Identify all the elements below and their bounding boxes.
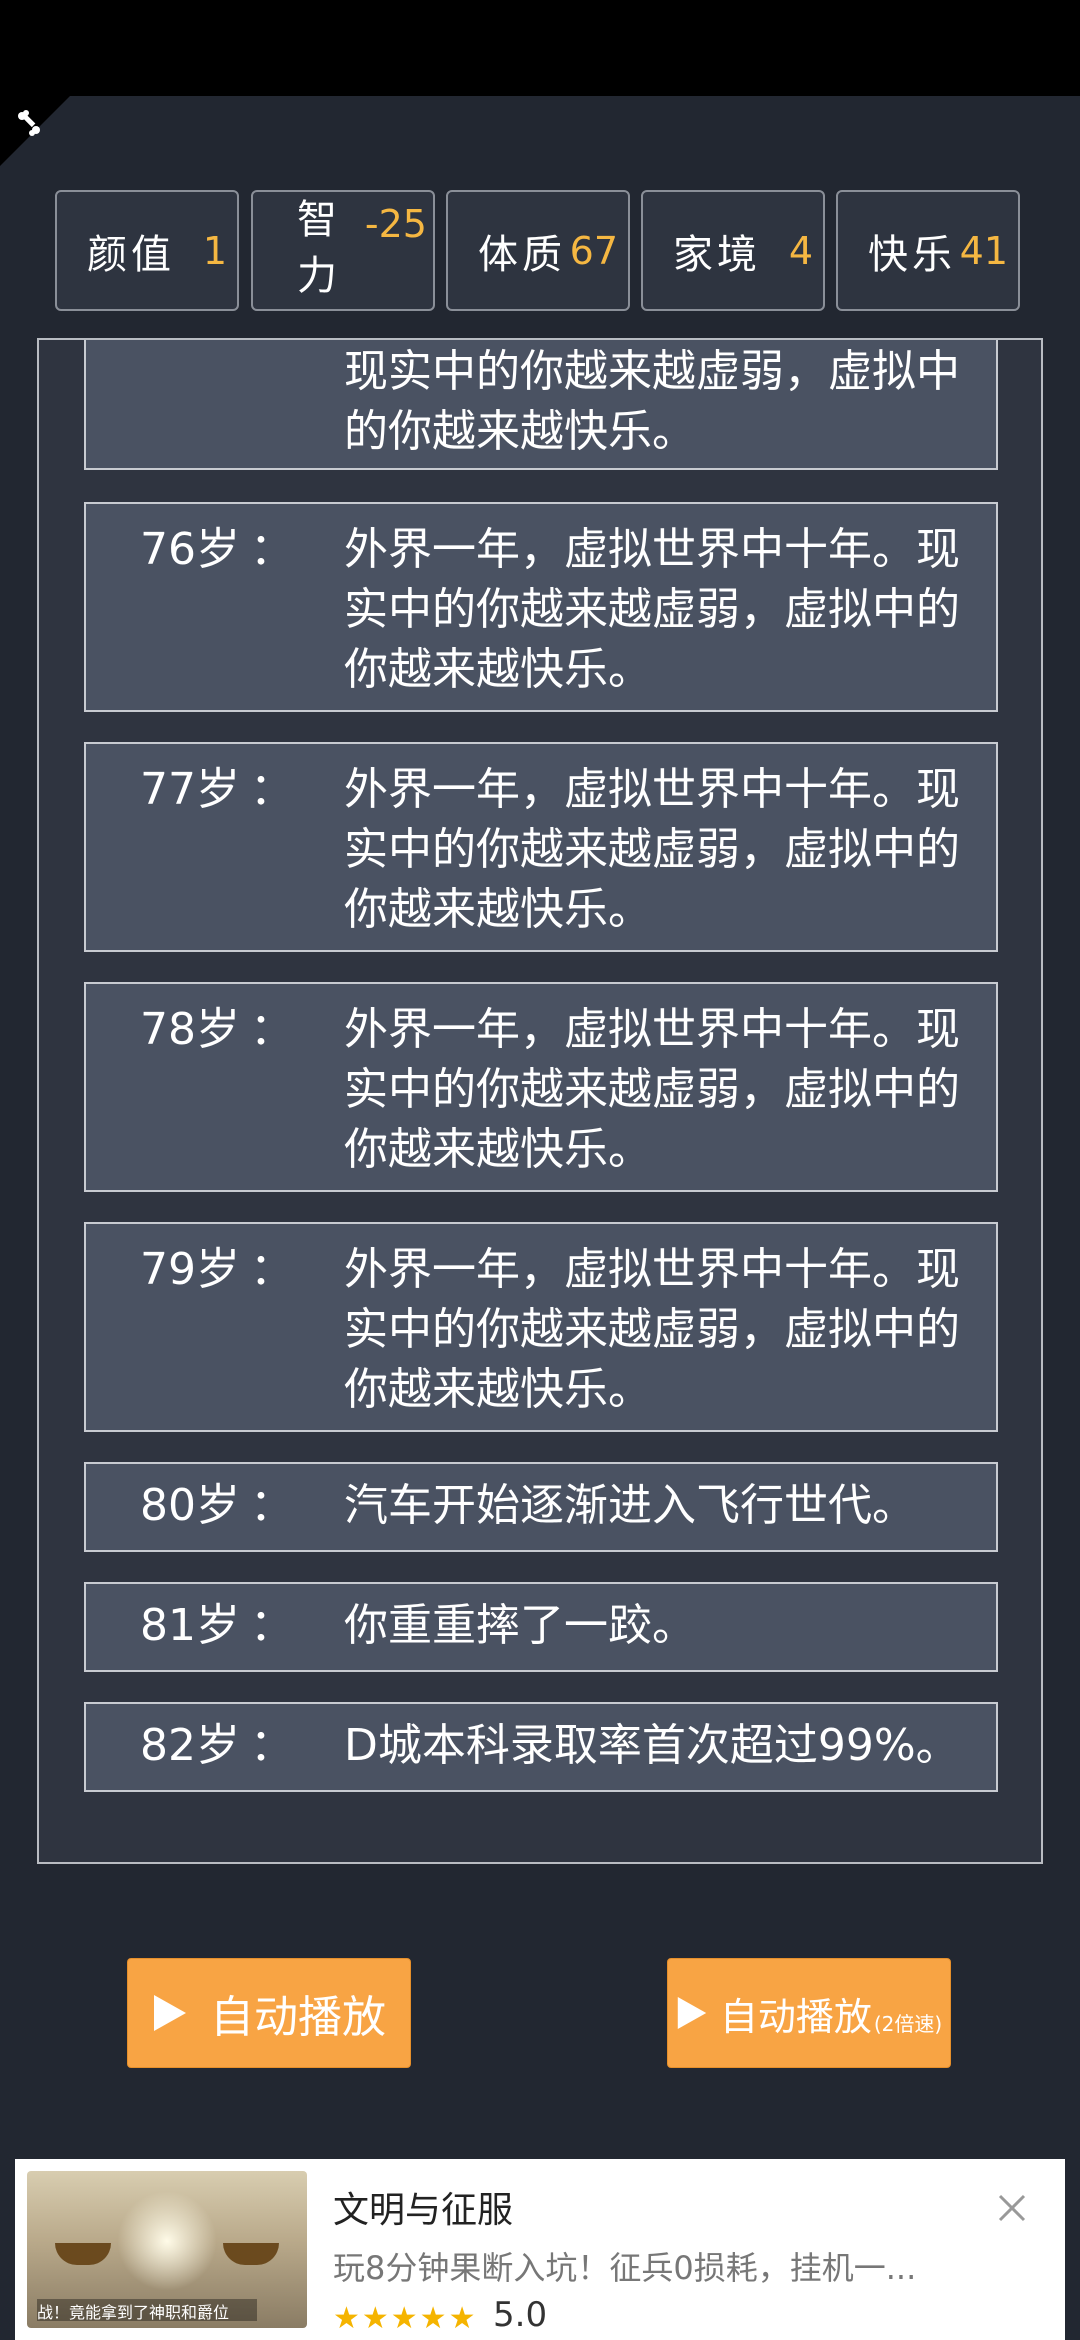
- stat-appearance: 颜值 1: [55, 190, 239, 311]
- stat-label: 体质: [478, 231, 566, 278]
- event-text: 现实中的你越来越虚弱，虚拟中的你越来越快乐。: [344, 346, 960, 457]
- ad-description[interactable]: 玩8分钟果断入坑！征兵0损耗，挂机一...: [333, 2243, 916, 2289]
- close-icon[interactable]: [997, 2193, 1027, 2223]
- event-row: 现实中的你越来越虚弱，虚拟中的你越来越快乐。: [84, 340, 998, 470]
- rating-value: 5.0: [493, 2295, 548, 2335]
- stat-label: 家境: [673, 231, 761, 278]
- stat-family: 家境 4: [641, 190, 825, 311]
- event-text: 外界一年，虚拟世界中十年。现实中的你越来越虚弱，虚拟中的你越来越快乐。: [344, 764, 960, 935]
- event-text: 外界一年，虚拟世界中十年。现实中的你越来越虚弱，虚拟中的你越来越快乐。: [344, 524, 960, 695]
- event-age: 78岁：: [140, 1004, 294, 1055]
- play-icon: [677, 1997, 707, 2029]
- event-row: 81岁： 你重重摔了一跤。: [84, 1582, 998, 1672]
- event-text: 汽车开始逐渐进入飞行世代。: [344, 1480, 916, 1531]
- stat-happiness: 快乐 41: [836, 190, 1020, 311]
- bone-icon[interactable]: [14, 108, 44, 138]
- ad-image-caption: 战！竟能拿到了神职和爵位: [37, 2299, 257, 2322]
- ad-image[interactable]: 战！竟能拿到了神职和爵位: [27, 2171, 307, 2328]
- autoplay-button[interactable]: 自动播放: [127, 1958, 411, 2068]
- stat-physique: 体质 67: [446, 190, 630, 311]
- autoplay-2x-label: 自动播放: [719, 1994, 872, 2039]
- stat-value: -25: [364, 202, 427, 246]
- event-age: 80岁：: [140, 1480, 294, 1531]
- speed-label: (2倍速): [873, 2012, 943, 2036]
- event-row: 76岁： 外界一年，虚拟世界中十年。现实中的你越来越虚弱，虚拟中的你越来越快乐。: [84, 502, 998, 712]
- stat-value: 4: [788, 228, 813, 273]
- event-row: 78岁： 外界一年，虚拟世界中十年。现实中的你越来越虚弱，虚拟中的你越来越快乐。: [84, 982, 998, 1192]
- stat-value: 41: [959, 228, 1008, 273]
- play-icon: [154, 1995, 186, 2031]
- stat-label: 颜值: [87, 231, 175, 278]
- stat-value: 1: [202, 228, 227, 273]
- ad-banner[interactable]: 战！竟能拿到了神职和爵位 文明与征服 玩8分钟果断入坑！征兵0损耗，挂机一...…: [15, 2159, 1065, 2340]
- event-age: 79岁：: [140, 1244, 294, 1295]
- stat-label: 智力: [297, 197, 337, 299]
- stat-label: 快乐: [868, 231, 956, 278]
- ad-title[interactable]: 文明与征服: [333, 2181, 513, 2233]
- event-text: 外界一年，虚拟世界中十年。现实中的你越来越虚弱，虚拟中的你越来越快乐。: [344, 1004, 960, 1175]
- event-row: 77岁： 外界一年，虚拟世界中十年。现实中的你越来越虚弱，虚拟中的你越来越快乐。: [84, 742, 998, 952]
- event-age: 82岁：: [140, 1720, 294, 1771]
- stat-intelligence: 智力 -25: [251, 190, 435, 311]
- event-text: 外界一年，虚拟世界中十年。现实中的你越来越虚弱，虚拟中的你越来越快乐。: [344, 1244, 960, 1415]
- event-row: 79岁： 外界一年，虚拟世界中十年。现实中的你越来越虚弱，虚拟中的你越来越快乐。: [84, 1222, 998, 1432]
- stat-value: 67: [569, 228, 618, 273]
- event-age: 76岁：: [140, 524, 294, 575]
- event-row: 82岁： D城本科录取率首次超过99%。: [84, 1702, 998, 1792]
- event-age: 77岁：: [140, 764, 294, 815]
- autoplay-label: 自动播放: [210, 1992, 386, 2043]
- event-text: 你重重摔了一跤。: [344, 1600, 696, 1651]
- event-log[interactable]: 现实中的你越来越虚弱，虚拟中的你越来越快乐。 76岁： 外界一年，虚拟世界中十年…: [37, 338, 1043, 1864]
- autoplay-2x-button[interactable]: 自动播放 (2倍速): [667, 1958, 951, 2068]
- event-row: 80岁： 汽车开始逐渐进入飞行世代。: [84, 1462, 998, 1552]
- status-bar: [0, 0, 1080, 96]
- event-text: D城本科录取率首次超过99%。: [344, 1720, 960, 1771]
- event-age: 81岁：: [140, 1600, 294, 1651]
- rating-stars: ★★★★★: [333, 2301, 478, 2336]
